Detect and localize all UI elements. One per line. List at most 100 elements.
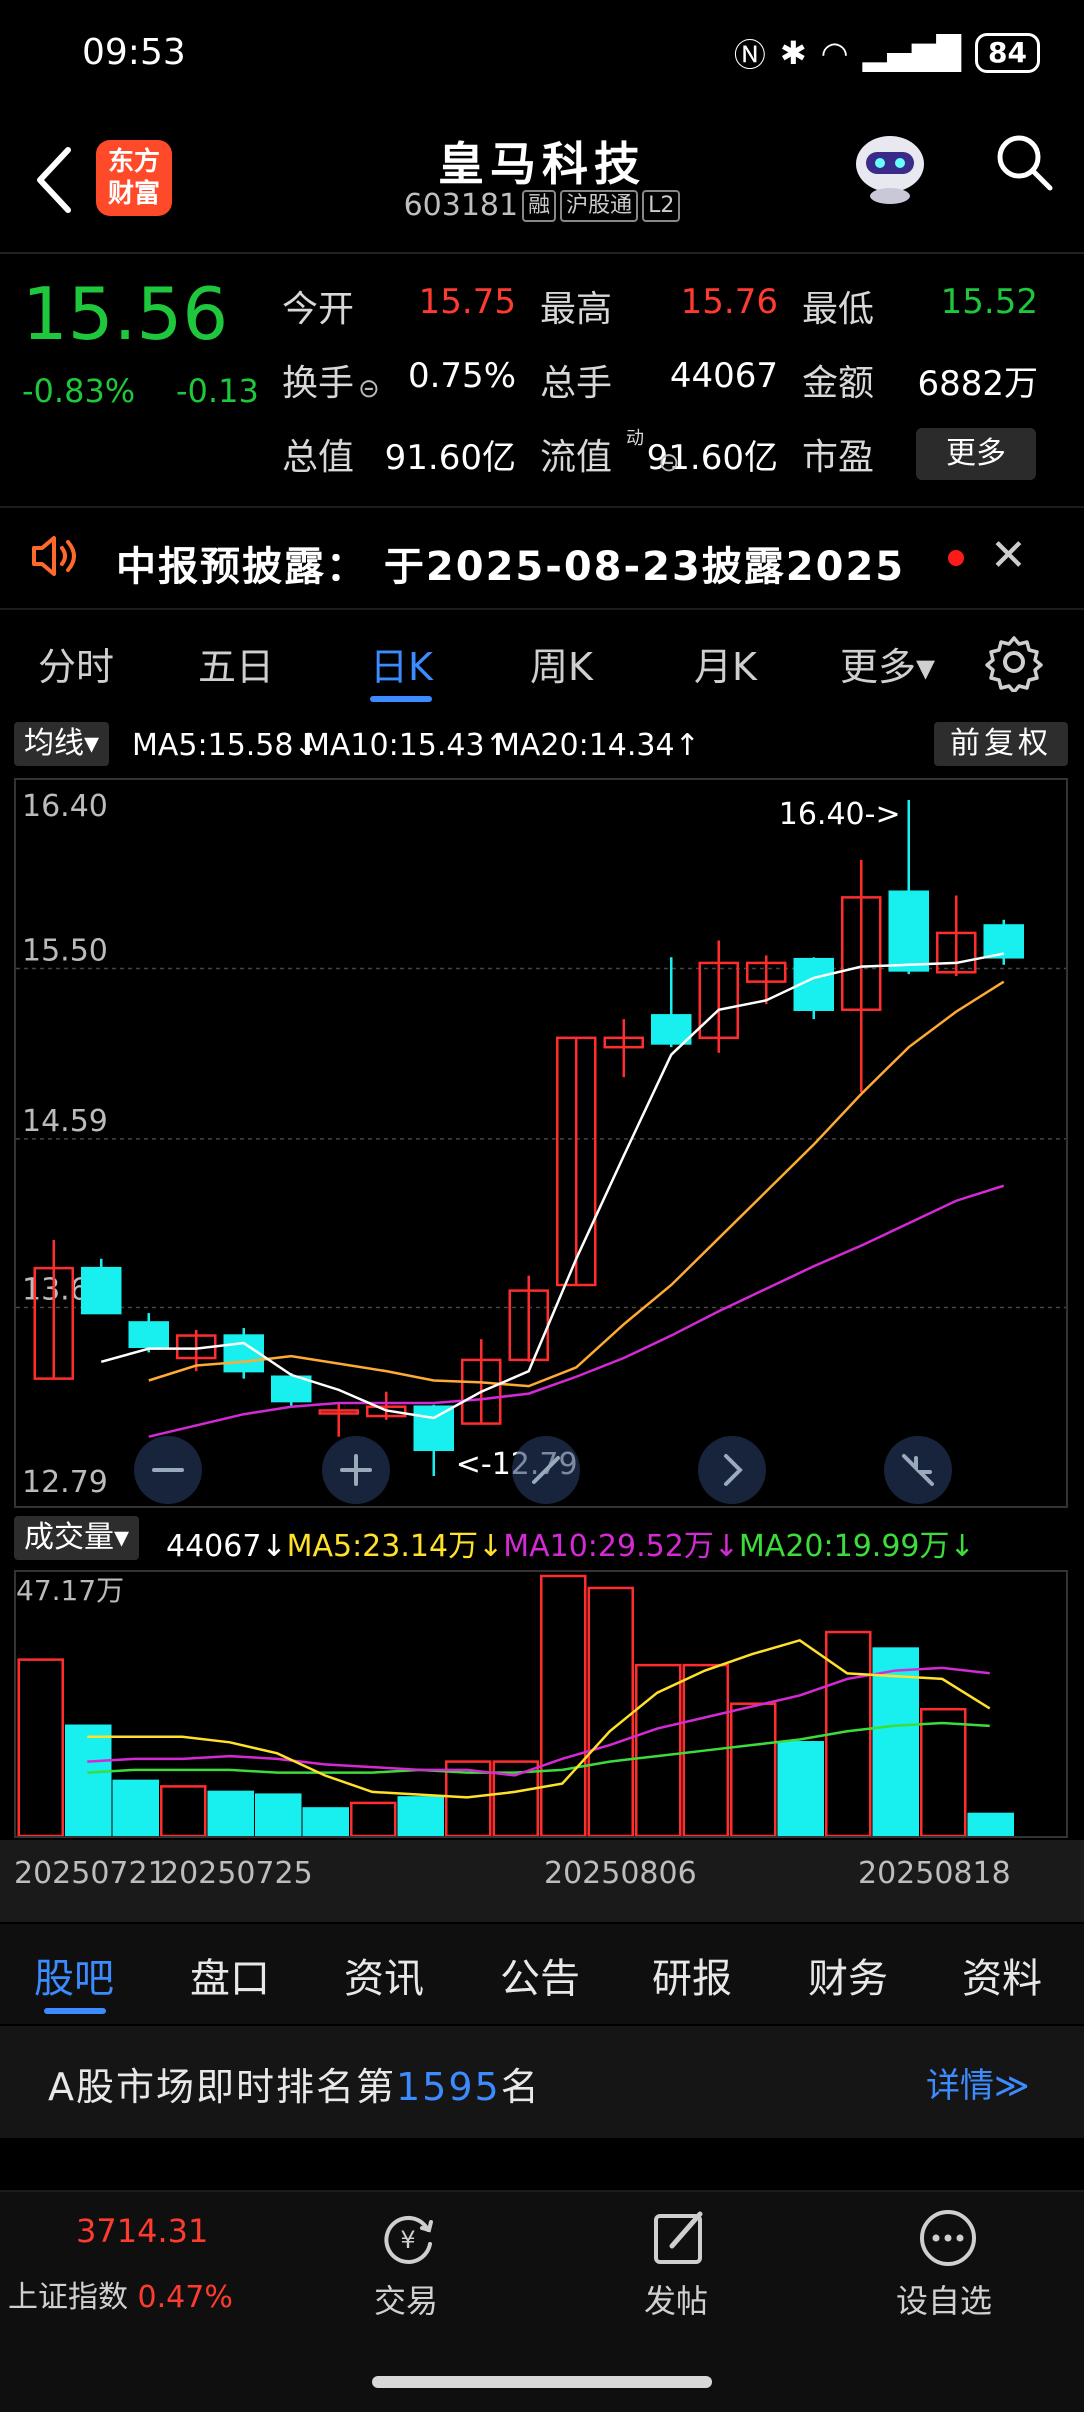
volume-bar: [65, 1724, 112, 1838]
section-tab[interactable]: 盘口: [190, 1946, 270, 2004]
quote-label: 换手: [282, 363, 355, 404]
search-icon[interactable]: [992, 130, 1056, 194]
section-tab[interactable]: 股吧: [34, 1946, 114, 2004]
speaker-icon: [32, 536, 76, 576]
volume-bar: [302, 1807, 349, 1838]
section-tab[interactable]: 资讯: [344, 1946, 424, 2004]
ma5-legend: MA5:15.58↓: [132, 728, 319, 763]
tag-level2: L2: [642, 190, 681, 222]
quote-value: 15.76: [680, 282, 778, 322]
volume-bar: [160, 1785, 207, 1838]
pe-superscript: 动: [626, 428, 644, 449]
ma20-legend: MA20:14.34↑: [494, 728, 700, 763]
volume-bar: [777, 1741, 824, 1838]
chart-tab[interactable]: 月K: [694, 636, 757, 691]
volume-chart[interactable]: 47.17万: [14, 1570, 1068, 1838]
high-marker: 16.40->: [779, 797, 901, 832]
date-label: 20250806: [544, 1856, 697, 1891]
watchlist-icon[interactable]: [916, 2206, 980, 2270]
section-tab[interactable]: 财务: [808, 1946, 888, 2004]
kline-chart[interactable]: 16.4015.5014.5913.6912.7916.40-><-12.79: [14, 778, 1068, 1508]
unread-dot: [948, 550, 964, 566]
quote-label: 总值: [282, 437, 355, 478]
next-icon[interactable]: [698, 1436, 766, 1504]
post-label[interactable]: 发帖: [644, 2276, 708, 2322]
status-time: 09:53: [82, 32, 186, 73]
volume-bar: [112, 1779, 159, 1838]
header-divider: [0, 252, 1084, 254]
quote-label: 金额: [802, 363, 875, 404]
zoom-out-icon[interactable]: [134, 1436, 202, 1504]
chart-tab[interactable]: 日K: [370, 636, 433, 691]
rank-text: A股市场即时排名第1595名: [48, 2065, 541, 2109]
chart-tab[interactable]: 分时: [38, 636, 114, 691]
volume-bar: [207, 1790, 254, 1838]
assistant-robot-icon[interactable]: [846, 126, 934, 206]
quote-label: 今开: [282, 289, 355, 330]
watchlist-label[interactable]: 设自选: [896, 2276, 992, 2322]
vol-ma10-legend: MA10:29.52万↓: [503, 1529, 739, 1564]
vol-ma10-line: [87, 1666, 990, 1777]
zoom-in-icon[interactable]: [322, 1436, 390, 1504]
index-ticker[interactable]: 上证指数 0.47%: [8, 2272, 233, 2316]
nfc-icon: Ⓝ: [733, 36, 766, 74]
y-tick-label: 14.59: [22, 1104, 108, 1139]
date-label: 20250725: [160, 1856, 313, 1891]
section-tab[interactable]: 公告: [500, 1946, 580, 2004]
quote-label: 流值: [540, 437, 613, 478]
info-icon[interactable]: ⊝: [658, 448, 680, 478]
quote-value: 6882万: [917, 364, 1038, 404]
rank-detail-link[interactable]: 详情≫: [926, 2058, 1030, 2107]
chart-tab[interactable]: 周K: [530, 636, 593, 691]
indicator-selector[interactable]: 均线▾: [14, 722, 110, 766]
candle-body: [888, 890, 929, 972]
svg-text:¥: ¥: [400, 2226, 415, 2254]
trade-label[interactable]: 交易: [374, 2276, 438, 2322]
section-tab-indicator: [44, 2008, 106, 2014]
index-value[interactable]: 3714.31: [76, 2212, 208, 2250]
trade-icon[interactable]: ¥: [376, 2206, 440, 2270]
date-label: 20250818: [858, 1856, 1011, 1891]
battery-indicator: 84: [975, 33, 1040, 73]
quote-more-button[interactable]: 更多: [916, 428, 1036, 480]
close-icon[interactable]: ✕: [990, 530, 1027, 581]
volume-selector[interactable]: 成交量▾: [14, 1516, 140, 1560]
vol-ma20-legend: MA20:19.99万↓: [738, 1529, 975, 1564]
y-tick-label: 16.40: [22, 789, 108, 824]
volume-bar: [967, 1812, 1014, 1838]
post-icon[interactable]: [648, 2206, 712, 2270]
section-tab[interactable]: 资料: [962, 1946, 1042, 2004]
notice-text[interactable]: 中报预披露： 于2025-08-23披露2025…: [116, 534, 906, 592]
candle-body: [81, 1266, 122, 1315]
bluetooth-icon: ✱: [779, 34, 807, 72]
ma10-legend: MA10:15.43↑: [304, 728, 510, 763]
volume-bar: [635, 1663, 682, 1838]
wifi-icon: ◠: [820, 34, 849, 72]
chart-tab[interactable]: 五日: [198, 636, 274, 691]
candle-body: [413, 1405, 454, 1452]
volume-bar: [350, 1801, 397, 1838]
collapse-icon[interactable]: [884, 1436, 952, 1504]
adjustment-button[interactable]: 前复权: [934, 722, 1068, 766]
volume-bar: [920, 1707, 967, 1838]
quote-label: 市盈: [802, 437, 875, 478]
draw-line-icon[interactable]: [512, 1436, 580, 1504]
home-indicator[interactable]: [372, 2376, 712, 2388]
candle-body: [983, 924, 1024, 959]
date-label: 20250721: [14, 1856, 167, 1891]
quote-value: 44067: [669, 356, 778, 396]
volume-bar: [587, 1586, 634, 1838]
change-amount: -0.13: [176, 372, 259, 410]
info-icon[interactable]: ⊝: [358, 374, 380, 404]
rank-number: 1595: [396, 2065, 501, 2109]
section-tab[interactable]: 研报: [652, 1946, 732, 2004]
gear-icon[interactable]: [984, 632, 1044, 692]
candle-body: [271, 1375, 312, 1403]
y-tick-label: 12.79: [22, 1465, 108, 1500]
volume-value: 44067↓: [166, 1529, 287, 1564]
index-change: 0.47%: [137, 2280, 233, 2315]
quote-label: 最低: [802, 289, 875, 330]
volume-bar: [17, 1658, 64, 1838]
chart-tab[interactable]: 更多▾: [840, 636, 935, 691]
tag-hk-connect: 沪股通: [560, 190, 639, 222]
